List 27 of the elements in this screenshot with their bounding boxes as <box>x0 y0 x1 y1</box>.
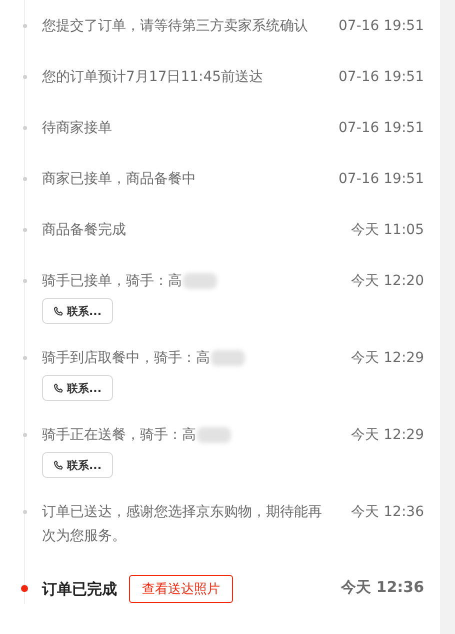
status-time: 07-16 19:51 <box>338 68 424 87</box>
status-text: 订单已完成 <box>42 579 117 600</box>
phone-icon <box>53 306 64 316</box>
status-text: 商品备餐完成 <box>42 221 127 240</box>
status-text: 骑手已接单，骑手：高 <box>42 272 182 291</box>
contact-button[interactable]: 联系... <box>42 298 113 324</box>
status-time: 今天 12:36 <box>351 503 424 522</box>
status-time: 今天 12:29 <box>351 426 424 445</box>
contact-button[interactable]: 联系... <box>42 375 113 401</box>
phone-icon <box>53 382 64 394</box>
phone-icon <box>53 460 64 470</box>
status-text: 您的订单预计7月17日11:45前送达 <box>42 68 264 87</box>
status-time: 07-16 19:51 <box>338 17 424 36</box>
status-time: 今天 12:29 <box>351 349 424 368</box>
status-text: 骑手正在送餐，骑手：高 <box>42 426 196 445</box>
status-time: 07-16 19:51 <box>338 170 424 189</box>
status-text: 商家已接单，商品备餐中 <box>42 170 197 189</box>
delivery-photo-button[interactable]: 查看送达照片 <box>129 575 233 603</box>
status-time: 今天 12:36 <box>341 577 424 598</box>
contact-button[interactable]: 联系... <box>42 452 113 478</box>
status-text: 订单已送达，感谢您选择京东购物，期待能再次为您服务。 <box>42 503 323 546</box>
status-time: 07-16 19:51 <box>338 119 424 138</box>
status-time: 今天 12:20 <box>351 272 424 291</box>
status-text: 待商家接单 <box>42 119 113 138</box>
status-text: 您提交了订单，请等待第三方卖家系统确认 <box>42 17 309 36</box>
status-text: 骑手到店取餐中，骑手：高 <box>42 349 210 368</box>
status-time: 今天 11:05 <box>351 221 424 240</box>
